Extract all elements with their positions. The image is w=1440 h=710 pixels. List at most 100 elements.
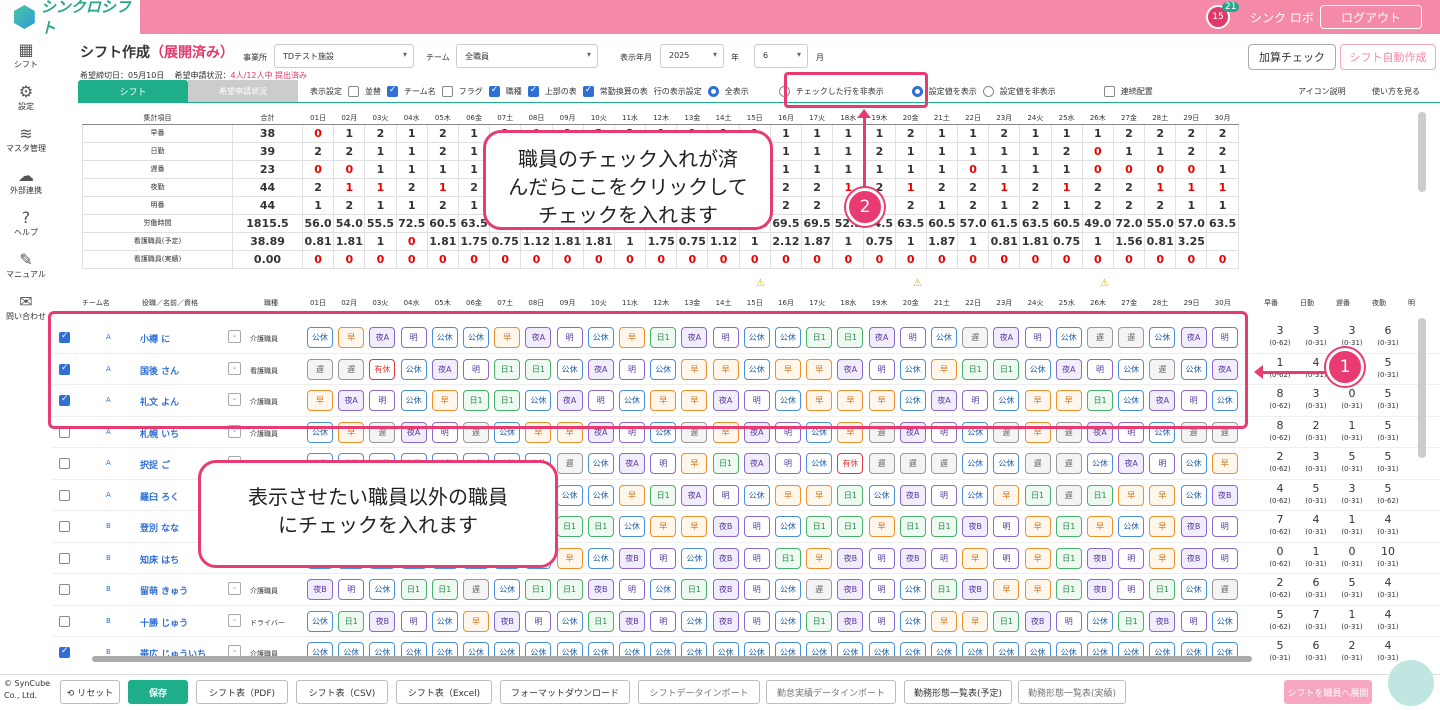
staff-name[interactable]: 留萌 きゅう (140, 584, 188, 597)
row-checkbox[interactable] (59, 489, 70, 501)
shift-cell[interactable]: 公休 (775, 516, 801, 537)
save-button[interactable]: 保存 (128, 680, 188, 704)
hide-settings-radio[interactable] (982, 85, 994, 97)
shift-cell[interactable]: 遅 (1024, 453, 1051, 474)
shift-cell[interactable]: 夜B (619, 610, 645, 632)
shift-cell[interactable]: 公休 (1087, 610, 1113, 632)
shift-cell[interactable]: 明 (743, 547, 770, 569)
chevron-down-icon[interactable]: ⌄ (228, 613, 241, 627)
shift-cell[interactable]: 遅 (1211, 579, 1238, 600)
shift-cell[interactable]: 明 (1149, 453, 1176, 474)
year-select[interactable]: 2025 (660, 44, 724, 68)
consecutive-checkbox[interactable] (1103, 85, 1115, 97)
shift-cell[interactable]: 日1 (993, 610, 1020, 632)
shift-cell[interactable]: 遅 (556, 453, 583, 474)
shift-cell[interactable]: 早 (993, 484, 1020, 506)
format-download-button[interactable]: フォーマットダウンロード (500, 680, 630, 704)
month-select[interactable]: 6 (754, 44, 808, 68)
shift-cell[interactable]: 日1 (338, 610, 365, 632)
csv-button[interactable]: シフト表（CSV) (296, 680, 388, 704)
shift-cell[interactable]: 日1 (525, 579, 552, 600)
sidebar-item[interactable]: ☁ 外部連携 (0, 160, 52, 202)
shift-cell[interactable]: 日1 (806, 516, 833, 537)
shift-cell[interactable]: 日1 (556, 579, 583, 600)
row-checkbox[interactable] (59, 615, 70, 627)
shift-cell[interactable]: 早 (931, 610, 957, 632)
shift-cell[interactable]: 日1 (931, 579, 957, 600)
shift-cell[interactable]: 遅 (931, 453, 957, 474)
summary-scrollbar[interactable] (1418, 112, 1426, 192)
show-all-radio[interactable] (707, 85, 719, 97)
shift-cell[interactable]: 日1 (1055, 547, 1082, 569)
shift-cell[interactable]: 公休 (899, 579, 926, 600)
shift-cell[interactable]: 明 (1118, 547, 1145, 569)
shift-cell[interactable]: 早 (1024, 547, 1051, 569)
shift-cell[interactable]: 公休 (494, 579, 521, 600)
shift-cell[interactable]: 公休 (619, 516, 645, 537)
shift-cell[interactable]: 夜B (962, 516, 989, 537)
shift-cell[interactable]: 公休 (775, 610, 801, 632)
mascot-avatar[interactable] (1388, 660, 1434, 706)
shift-cell[interactable]: 早 (806, 484, 833, 506)
shift-cell[interactable]: 公休 (1211, 610, 1238, 632)
shift-cell[interactable]: 明 (775, 453, 801, 474)
shift-cell[interactable]: 早 (1211, 453, 1238, 474)
reset-button[interactable]: ⟲ リセット (60, 680, 120, 704)
shift-cell[interactable]: 公休 (431, 610, 458, 632)
shift-cell[interactable]: 夜B (712, 579, 739, 600)
shift-cell[interactable]: 明 (931, 547, 957, 569)
grid-hscrollbar[interactable] (92, 656, 1252, 662)
shift-cell[interactable]: 早 (556, 547, 583, 569)
shift-cell[interactable]: 夜B (712, 610, 739, 632)
shift-cell[interactable]: 明 (712, 484, 739, 506)
shift-cell[interactable]: 早 (681, 453, 708, 474)
shift-cell[interactable]: 夜B (837, 547, 864, 569)
shift-cell[interactable]: 明 (650, 547, 677, 569)
shift-cell[interactable]: 夜A (619, 453, 645, 474)
shift-cell[interactable]: 夜B (899, 547, 926, 569)
shift-cell[interactable]: 夜B (587, 579, 614, 600)
shift-cell[interactable]: 日1 (587, 610, 614, 632)
shift-cell[interactable]: 早 (1087, 516, 1113, 537)
sidebar-item[interactable]: ≋ マスタ管理 (0, 118, 52, 160)
shift-cell[interactable]: 夜B (1211, 484, 1238, 506)
shift-cell[interactable]: 明 (650, 453, 677, 474)
office-select[interactable]: TDテスト施設 (274, 44, 414, 68)
sidebar-item[interactable]: ⚙ 設定 (0, 76, 52, 118)
shift-cell[interactable]: 明 (993, 516, 1020, 537)
shift-cell[interactable]: 公休 (556, 610, 583, 632)
shift-cell[interactable]: 遅 (1055, 453, 1082, 474)
shift-cell[interactable]: 夜B (1180, 516, 1207, 537)
shift-cell[interactable]: 夜A (743, 453, 770, 474)
shift-cell[interactable]: 明 (868, 610, 895, 632)
team-name-checkbox[interactable] (387, 85, 398, 97)
shift-cell[interactable]: 明 (650, 610, 677, 632)
icon-help-link[interactable]: アイコン説明 (1298, 86, 1346, 97)
shift-cell[interactable]: 日1 (1149, 579, 1176, 600)
excel-button[interactable]: シフト表（Excel) (396, 680, 492, 704)
shift-cell[interactable]: 夜B (1180, 547, 1207, 569)
shift-cell[interactable]: 日1 (712, 453, 739, 474)
shift-cell[interactable]: 明 (743, 516, 770, 537)
shift-cell[interactable]: 公休 (587, 484, 614, 506)
shift-cell[interactable]: 公休 (806, 453, 833, 474)
shift-cell[interactable]: 早 (962, 547, 989, 569)
shift-cell[interactable]: 日1 (806, 610, 833, 632)
shift-cell[interactable]: 早 (650, 516, 677, 537)
staff-name[interactable]: 知床 はち (140, 553, 179, 566)
sort-checkbox[interactable] (348, 85, 359, 97)
sidebar-item[interactable]: ✉ 問い合わせ (0, 286, 52, 328)
fte-table-checkbox[interactable] (582, 85, 594, 97)
shift-cell[interactable]: 早 (1024, 579, 1051, 600)
shift-cell[interactable]: 公休 (1180, 484, 1207, 506)
shift-cell[interactable]: 公休 (681, 610, 708, 632)
shift-cell[interactable]: 早 (463, 610, 489, 632)
shift-cell[interactable]: 遅 (899, 453, 926, 474)
shift-cell[interactable]: 早 (868, 516, 895, 537)
shift-cell[interactable]: 明 (868, 579, 895, 600)
staff-name[interactable]: 羅臼 ろく (140, 490, 179, 503)
shift-cell[interactable]: 公休 (899, 610, 926, 632)
shift-cell[interactable]: 夜B (1024, 610, 1051, 632)
row-checkbox[interactable] (59, 584, 70, 595)
shift-cell[interactable]: 公休 (868, 484, 895, 506)
